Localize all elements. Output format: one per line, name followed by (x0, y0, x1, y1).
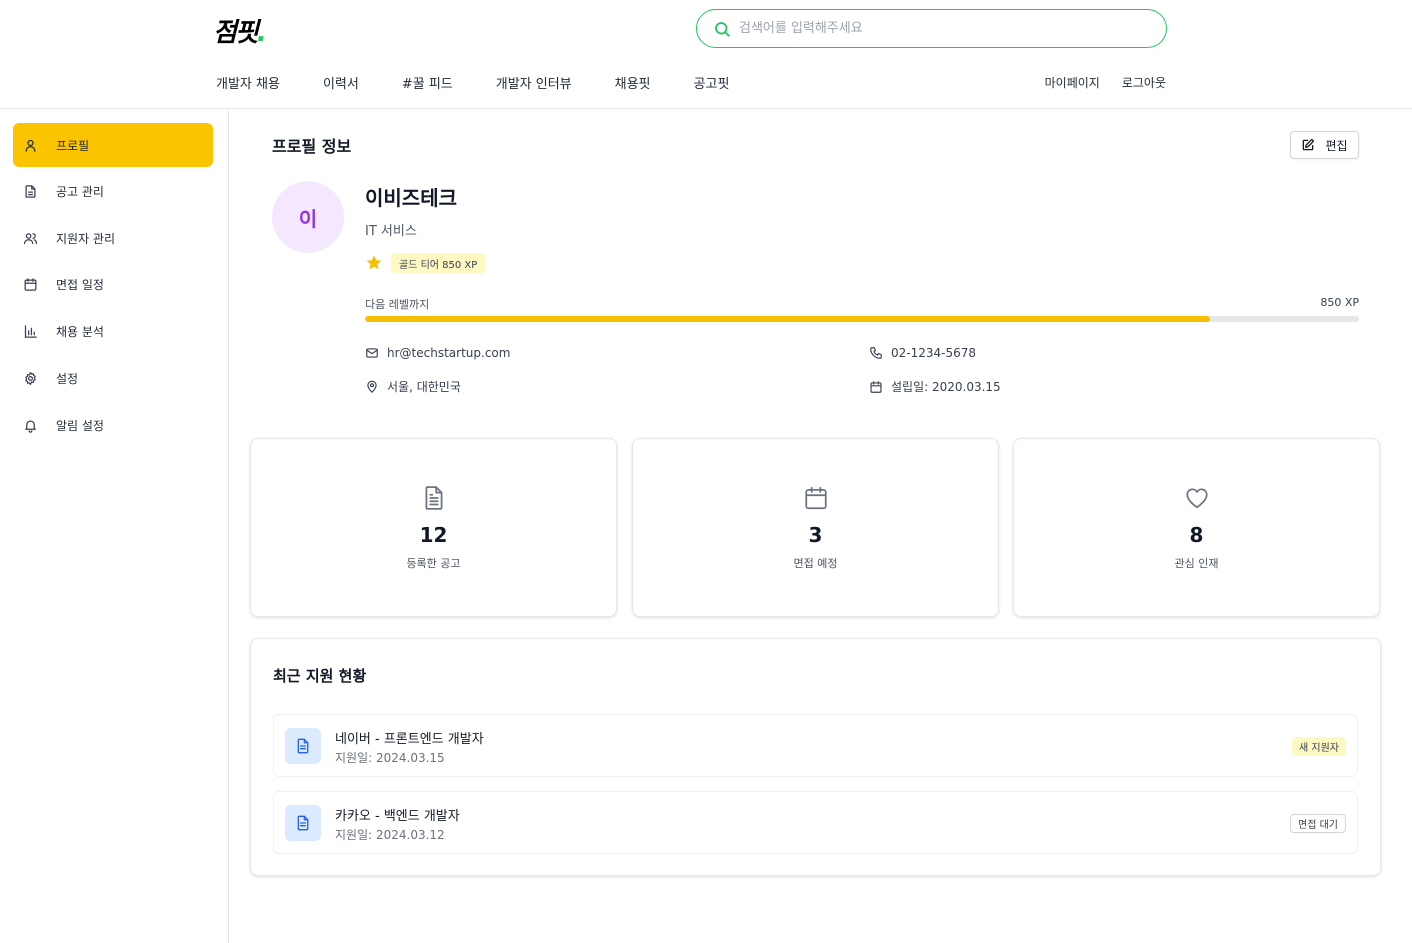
sidebar-item-settings[interactable]: 설정 (13, 356, 213, 400)
profile-section-title: 프로필 정보 (272, 137, 352, 156)
map-pin-icon (367, 380, 377, 393)
recent-applications-card: 최근 지원 현황 네이버 - 프론트엔드 개발자 지원일: 2024.03.15… (250, 638, 1381, 876)
tier-badge: 골드 티어 850 XP (391, 253, 486, 273)
email-info: hr@techstartup.com (365, 346, 510, 360)
stat-value: 8 (1189, 523, 1204, 547)
document-icon (297, 815, 309, 831)
users-icon (23, 232, 38, 244)
heart-icon (1185, 488, 1208, 509)
sidebar-item-label: 공고 관리 (56, 184, 104, 199)
company-name: 이비즈테크 (365, 186, 457, 210)
logo[interactable]: 점핏. (213, 12, 267, 49)
document-icon (297, 738, 309, 754)
sidebar-item-notifications[interactable]: 알림 설정 (13, 403, 213, 447)
phone-icon (870, 347, 882, 359)
app-icon (285, 805, 321, 841)
logout-link[interactable]: 로그아웃 (1122, 74, 1166, 91)
stat-value: 3 (808, 523, 823, 547)
stat-label: 관심 인재 (1174, 557, 1219, 570)
edit-button-label: 편집 (1325, 138, 1348, 153)
edit-button[interactable]: 편집 (1290, 131, 1359, 159)
application-date: 지원일: 2024.03.12 (335, 828, 445, 842)
sidebar: 프로필 공고 관리 지원자 관리 면접 일정 채용 분석 설정 알림 설정 (0, 109, 229, 943)
calendar-icon (804, 486, 827, 510)
nav-item-job-fit[interactable]: 공고핏 (694, 73, 730, 92)
stat-value: 12 (419, 523, 448, 547)
search-bar (696, 9, 1167, 48)
sidebar-item-interview-schedule[interactable]: 면접 일정 (13, 262, 213, 306)
nav-item-resume[interactable]: 이력서 (323, 73, 359, 92)
main-nav: 개발자 채용 이력서 #꿀 피드 개발자 인터뷰 채용핏 공고핏 (216, 73, 729, 92)
nav-item-feed[interactable]: #꿀 피드 (402, 73, 453, 92)
sidebar-item-label: 면접 일정 (56, 277, 104, 292)
founded-text: 설립일: 2020.03.15 (891, 380, 1001, 394)
phone-info: 02-1234-5678 (869, 346, 976, 360)
stat-label: 면접 예정 (793, 557, 838, 570)
calendar-icon (24, 277, 37, 291)
user-nav: 마이페이지 로그아웃 (1045, 74, 1166, 91)
sidebar-item-label: 프로필 (56, 138, 90, 153)
document-icon (25, 184, 36, 198)
nav-item-interview[interactable]: 개발자 인터뷰 (496, 73, 572, 92)
location-text: 서울, 대한민국 (387, 380, 461, 394)
phone-text: 02-1234-5678 (891, 346, 977, 360)
stat-label: 등록한 공고 (406, 557, 461, 570)
document-icon (425, 486, 442, 510)
recent-applications-title: 최근 지원 현황 (273, 667, 367, 685)
sidebar-item-applicants[interactable]: 지원자 관리 (13, 216, 213, 260)
location-info: 서울, 대한민국 (365, 378, 461, 395)
bar-chart-icon (24, 324, 37, 338)
next-level-value: 850 XP (1320, 296, 1359, 309)
sidebar-item-label: 알림 설정 (56, 418, 104, 433)
application-row[interactable]: 네이버 - 프론트엔드 개발자 지원일: 2024.03.15 새 지원자 (273, 714, 1358, 777)
user-icon (25, 139, 36, 152)
mypage-link[interactable]: 마이페이지 (1045, 74, 1100, 91)
avatar: 이 (272, 181, 344, 253)
sidebar-item-job-posts[interactable]: 공고 관리 (13, 169, 213, 213)
founded-info: 설립일: 2020.03.15 (869, 378, 1001, 395)
application-date: 지원일: 2024.03.15 (335, 751, 445, 765)
edit-icon (1303, 138, 1315, 151)
sidebar-item-label: 채용 분석 (56, 324, 104, 339)
xp-progress-bar (365, 316, 1359, 322)
application-title: 카카오 - 백엔드 개발자 (335, 809, 460, 824)
app-icon (285, 728, 321, 764)
next-level-label: 다음 레벨까지 (365, 298, 430, 311)
calendar-icon (870, 380, 882, 393)
star-icon (366, 255, 382, 270)
top-header: 점핏. 개발자 채용 이력서 #꿀 피드 개발자 인터뷰 채용핏 공고핏 마이페… (0, 0, 1412, 109)
company-category: IT 서비스 (365, 224, 417, 239)
xp-progress-fill (365, 316, 1210, 322)
nav-item-recruit-fit[interactable]: 채용핏 (615, 73, 651, 92)
search-icon (715, 21, 730, 37)
nav-item-developer-jobs[interactable]: 개발자 채용 (216, 73, 280, 92)
sidebar-item-label: 설정 (56, 371, 79, 386)
gear-icon (25, 371, 36, 385)
sidebar-item-label: 지원자 관리 (56, 231, 116, 246)
sidebar-item-analytics[interactable]: 채용 분석 (13, 309, 213, 353)
sidebar-item-profile[interactable]: 프로필 (13, 123, 213, 167)
stat-card-favorites[interactable]: 8 관심 인재 (1013, 438, 1380, 617)
status-badge: 새 지원자 (1292, 737, 1346, 756)
bell-icon (25, 420, 36, 433)
status-badge: 면접 대기 (1290, 814, 1346, 833)
application-row[interactable]: 카카오 - 백엔드 개발자 지원일: 2024.03.12 면접 대기 (273, 791, 1358, 854)
mail-icon (366, 348, 378, 358)
application-title: 네이버 - 프론트엔드 개발자 (335, 732, 484, 747)
email-text: hr@techstartup.com (387, 346, 511, 360)
search-input[interactable] (739, 21, 1139, 36)
stat-card-job-posts[interactable]: 12 등록한 공고 (250, 438, 617, 617)
stat-card-interviews[interactable]: 3 면접 예정 (632, 438, 999, 617)
